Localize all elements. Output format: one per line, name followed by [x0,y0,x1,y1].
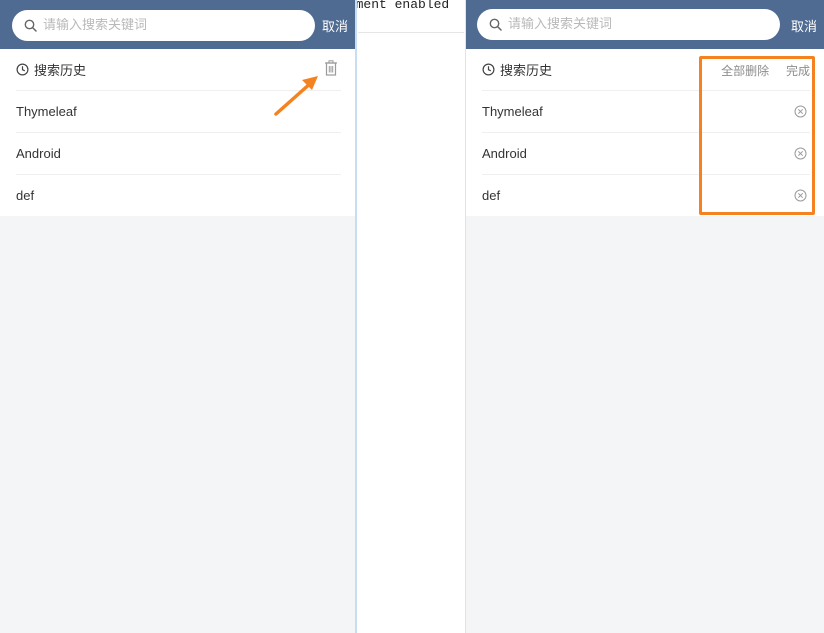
history-title: 搜索历史 [34,64,87,79]
search-icon [24,19,37,32]
search-header: 取消 [0,0,355,49]
history-item-label: Android [482,146,527,161]
annotation-highlight-box [699,56,815,215]
clock-icon [16,63,29,76]
history-item[interactable]: def [16,175,341,216]
search-input[interactable] [508,17,748,32]
trash-icon[interactable] [324,60,338,79]
history-item-label: Android [16,146,61,161]
history-item[interactable]: Android [16,133,341,175]
history-title: 搜索历史 [500,64,553,79]
cancel-button[interactable]: 取消 [322,16,348,35]
history-item-label: def [16,188,35,203]
annotation-arrow-icon [274,76,318,116]
history-item-label: Thymeleaf [16,104,77,119]
cancel-button[interactable]: 取消 [791,16,817,35]
search-box[interactable] [12,10,315,41]
background-divider [358,32,464,33]
history-item-label: Thymeleaf [482,104,543,119]
search-box[interactable] [477,9,780,40]
search-input[interactable] [43,18,283,33]
search-icon [489,18,502,31]
search-header: 取消 [466,0,824,49]
history-item-label: def [482,188,501,203]
clock-icon [482,63,495,76]
